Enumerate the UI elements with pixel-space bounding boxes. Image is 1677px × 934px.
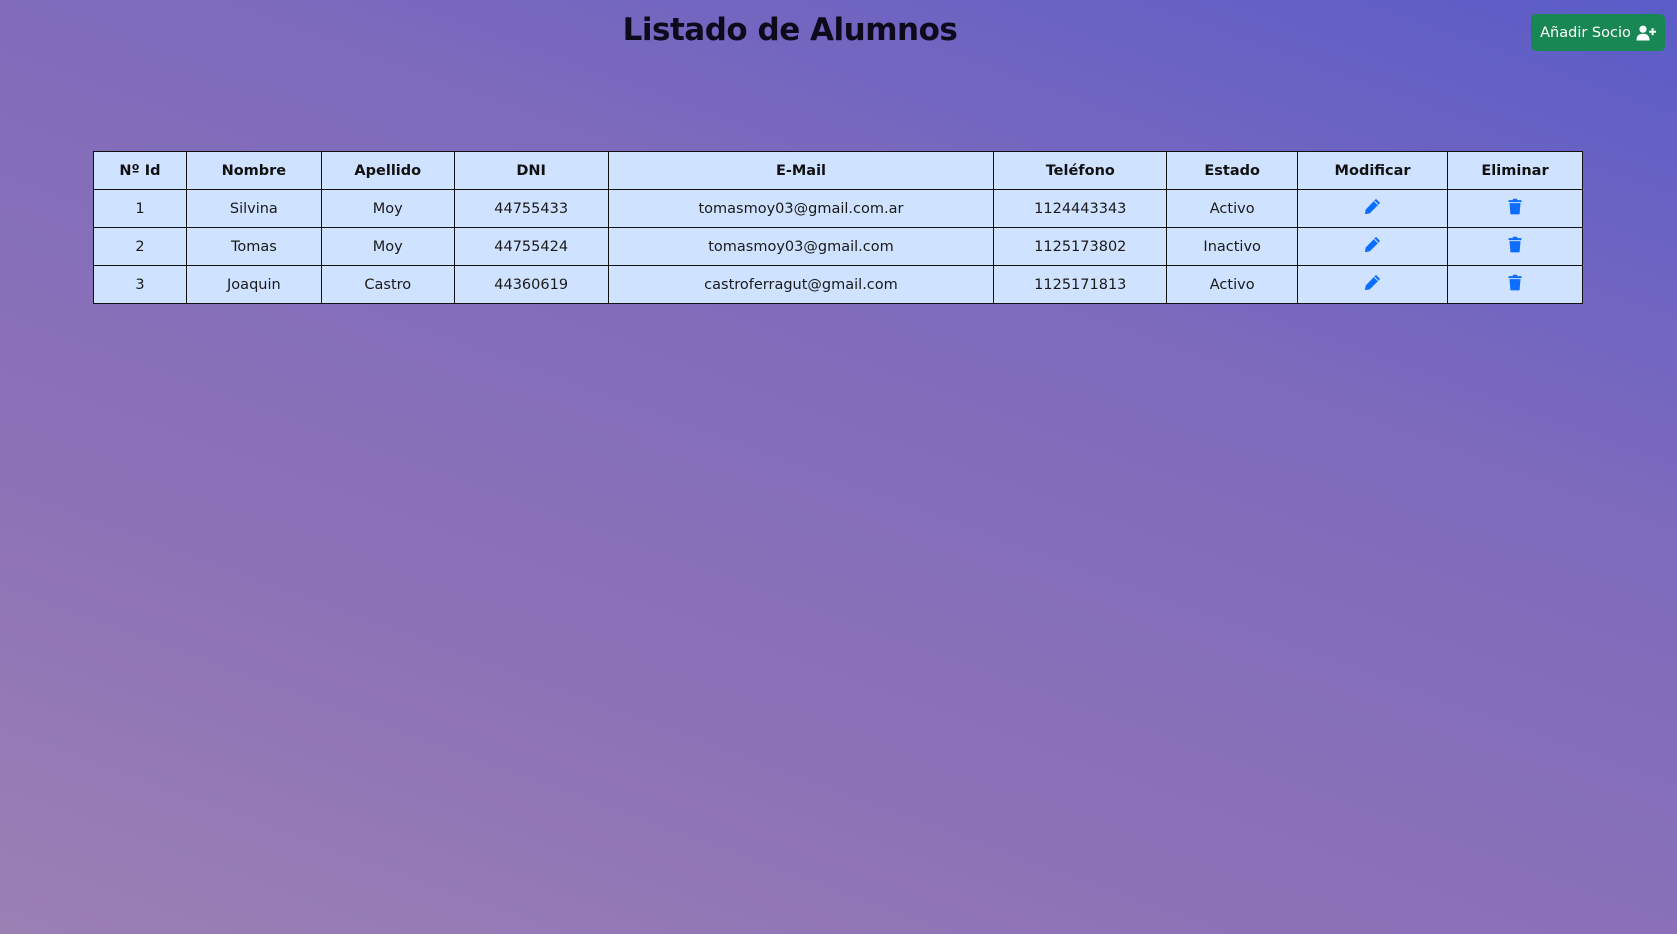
cell-estado: Activo [1166, 265, 1299, 304]
cell-dni: 44360619 [453, 265, 609, 304]
cell-dni: 44755424 [453, 227, 609, 266]
table-header-row: Nº Id Nombre Apellido DNI E-Mail Teléfon… [93, 151, 1583, 190]
column-header-modificar: Modificar [1297, 151, 1449, 190]
trash-icon[interactable] [1508, 198, 1522, 215]
cell-modificar [1297, 189, 1449, 228]
cell-nombre: Joaquin [185, 265, 322, 304]
cell-telefono: 1125171813 [993, 265, 1168, 304]
column-header-id: Nº Id [93, 151, 187, 190]
cell-apellido: Moy [320, 189, 455, 228]
column-header-dni: DNI [453, 151, 609, 190]
column-header-apellido: Apellido [320, 151, 455, 190]
cell-nombre: Tomas [185, 227, 322, 266]
column-header-eliminar: Eliminar [1447, 151, 1583, 190]
trash-icon[interactable] [1508, 274, 1522, 291]
cell-apellido: Moy [320, 227, 455, 266]
cell-estado: Inactivo [1166, 227, 1299, 266]
cell-eliminar [1447, 189, 1583, 228]
table-row: 3 Joaquin Castro 44360619 castroferragut… [93, 265, 1583, 304]
pencil-icon[interactable] [1364, 198, 1381, 215]
column-header-nombre: Nombre [185, 151, 322, 190]
pencil-icon[interactable] [1364, 274, 1381, 291]
cell-email: castroferragut@gmail.com [607, 265, 995, 304]
cell-eliminar [1447, 265, 1583, 304]
cell-modificar [1297, 265, 1449, 304]
cell-telefono: 1124443343 [993, 189, 1168, 228]
cell-nombre: Silvina [185, 189, 322, 228]
user-plus-icon [1636, 25, 1656, 41]
cell-id: 3 [93, 265, 187, 304]
alumnos-table: Nº Id Nombre Apellido DNI E-Mail Teléfon… [93, 151, 1583, 304]
cell-id: 1 [93, 189, 187, 228]
cell-eliminar [1447, 227, 1583, 266]
column-header-email: E-Mail [607, 151, 995, 190]
cell-dni: 44755433 [453, 189, 609, 228]
page-title: Listado de Alumnos [622, 12, 958, 48]
cell-apellido: Castro [320, 265, 455, 304]
column-header-telefono: Teléfono [993, 151, 1168, 190]
cell-email: tomasmoy03@gmail.com [607, 227, 995, 266]
cell-id: 2 [93, 227, 187, 266]
cell-email: tomasmoy03@gmail.com.ar [607, 189, 995, 228]
pencil-icon[interactable] [1364, 236, 1381, 253]
add-socio-label: Añadir Socio [1540, 24, 1631, 41]
cell-estado: Activo [1166, 189, 1299, 228]
table-row: 2 Tomas Moy 44755424 tomasmoy03@gmail.co… [93, 227, 1583, 266]
table-row: 1 Silvina Moy 44755433 tomasmoy03@gmail.… [93, 189, 1583, 228]
add-socio-button[interactable]: Añadir Socio [1531, 14, 1665, 51]
column-header-estado: Estado [1166, 151, 1299, 190]
trash-icon[interactable] [1508, 236, 1522, 253]
cell-telefono: 1125173802 [993, 227, 1168, 266]
cell-modificar [1297, 227, 1449, 266]
